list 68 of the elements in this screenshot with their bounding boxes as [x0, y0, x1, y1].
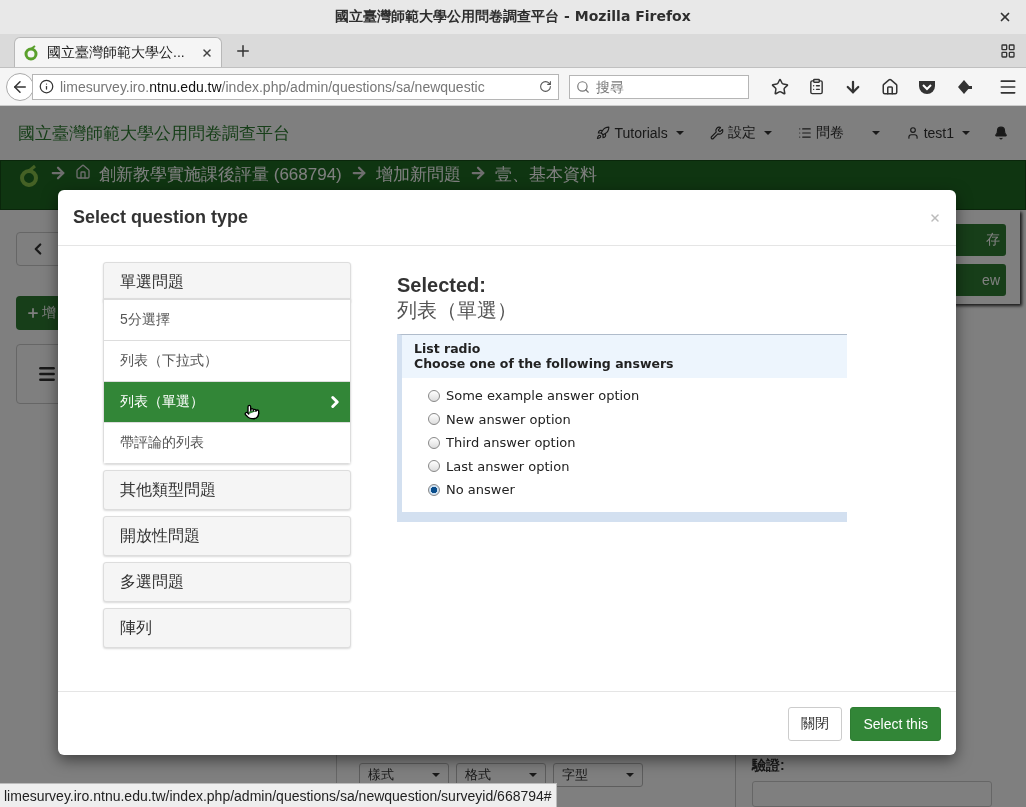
group-header[interactable]: 開放性問題 — [103, 516, 351, 556]
group-header[interactable]: 陣列 — [103, 608, 351, 648]
bell-icon[interactable] — [994, 126, 1008, 140]
caret-icon — [675, 131, 684, 135]
question-type-item[interactable]: 列表（下拉式） — [104, 340, 350, 381]
radio-button[interactable] — [428, 389, 440, 402]
modal-title: Select question type — [73, 207, 249, 228]
home-icon[interactable] — [881, 77, 899, 96]
reload-icon[interactable] — [539, 80, 552, 93]
option-label: New answer option — [446, 411, 571, 427]
list-icon — [797, 126, 812, 140]
option-label: Some example answer option — [446, 388, 640, 404]
selected-heading: Selected: — [397, 274, 487, 297]
nav-menu-link[interactable]: 問卷 — [815, 124, 844, 142]
status-bar: limesurvey.iro.ntnu.edu.tw/index.php/admin/questions/sa/newquestion/surveyid/668794# — [0, 783, 557, 807]
toolbar-dropdown[interactable]: 字型 — [553, 763, 643, 787]
nav-menu-link[interactable]: Tutorials — [614, 125, 668, 141]
group-header[interactable]: 其他類型問題 — [103, 470, 351, 510]
validation-field[interactable] — [752, 781, 992, 807]
back-button[interactable] — [6, 72, 34, 101]
site-brand[interactable]: 國立臺灣師範大學公用問卷調查平台 — [18, 121, 571, 145]
question-type-item[interactable]: 帶評論的列表 — [104, 422, 350, 463]
clipboard-icon[interactable] — [808, 78, 825, 95]
search-icon — [576, 79, 590, 94]
option-label: Last answer option — [446, 458, 570, 474]
wrench-icon — [709, 126, 724, 140]
plus-icon — [26, 306, 40, 320]
leaf-icon — [23, 44, 39, 61]
selected-value: 列表（單選） — [397, 298, 518, 323]
radio-button[interactable] — [428, 483, 440, 496]
caret-icon — [763, 131, 772, 135]
url-field[interactable]: limesurvey.iro.ntnu.edu.tw/index.php/admin/questions/sa/newquestic — [32, 73, 559, 100]
window-title: 國立臺灣師範大學公用問卷調查平台 - Mozilla Firefox — [335, 8, 691, 26]
nav-menu-link[interactable]: 設定 — [727, 124, 756, 142]
option-label: No answer — [446, 482, 515, 498]
user-icon — [905, 126, 920, 140]
caret-icon — [871, 131, 880, 135]
browser-tab[interactable]: 國立臺灣師範大學公... — [14, 37, 222, 67]
breadcrumb-link[interactable]: 增加新問題 — [375, 164, 461, 186]
radio-button[interactable] — [428, 413, 440, 426]
grid-icon[interactable] — [1000, 43, 1016, 59]
field-label: 驗證: — [752, 757, 786, 775]
question-help: Choose one of the following answers — [414, 356, 675, 371]
group-header[interactable]: 多選問題 — [103, 562, 351, 602]
star-icon[interactable] — [771, 77, 789, 96]
select-button[interactable]: Select this — [850, 706, 941, 741]
pointer-icon — [244, 404, 260, 420]
question-title: List radio — [414, 341, 482, 356]
plus-icon[interactable] — [234, 42, 252, 60]
question-type-item[interactable]: 列表（單選） — [104, 381, 350, 422]
radio-button[interactable] — [428, 460, 440, 473]
option-label: Third answer option — [446, 435, 576, 451]
tab-title: 國立臺灣師範大學公... — [47, 43, 186, 62]
arrow-icon — [49, 164, 67, 182]
rocket-icon — [596, 126, 611, 140]
breadcrumb-link[interactable]: 壹、基本資料 — [494, 164, 597, 186]
search-input[interactable]: 搜尋 — [594, 77, 734, 96]
caret-icon — [962, 131, 970, 135]
question-type-item[interactable]: 5分選擇 — [104, 299, 350, 340]
info-icon — [39, 79, 54, 94]
breadcrumb-link[interactable]: 創新教學實施課後評量 (668794) — [99, 164, 342, 186]
search-field[interactable]: 搜尋 — [569, 74, 749, 99]
close-icon[interactable] — [998, 10, 1012, 24]
nav-menu-link[interactable]: test1 — [923, 125, 954, 141]
pocket-icon[interactable] — [918, 78, 936, 95]
close-button[interactable]: 關閉 — [788, 706, 843, 741]
radio-button[interactable] — [428, 436, 440, 449]
close-icon[interactable] — [201, 46, 213, 59]
